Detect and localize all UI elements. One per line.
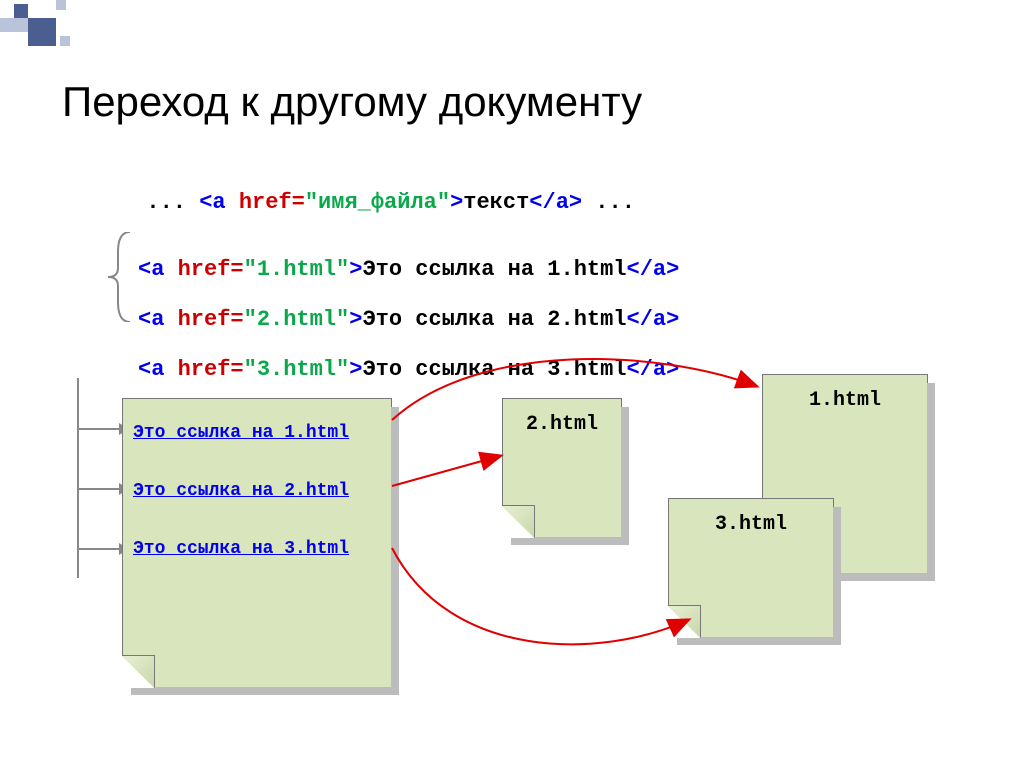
- code-examples: <a href="1.html">Это ссылка на 1.html</a…: [138, 232, 679, 407]
- connector-left: [64, 370, 92, 630]
- doc-label: 1.html: [809, 389, 881, 412]
- example-row: <a href="3.html">Это ссылка на 3.html</a…: [138, 357, 679, 382]
- page-title: Переход к другому документу: [62, 78, 642, 126]
- link-3[interactable]: Это ссылка на 3.html: [133, 539, 349, 559]
- doc-label: 3.html: [715, 513, 787, 536]
- link-2[interactable]: Это ссылка на 2.html: [133, 481, 349, 501]
- example-row: <a href="1.html">Это ссылка на 1.html</a…: [138, 257, 679, 282]
- source-document: Это ссылка на 1.html Это ссылка на 2.htm…: [122, 398, 392, 688]
- target-doc-3: 3.html: [668, 498, 834, 638]
- brace-icon: [104, 232, 134, 322]
- example-row: <a href="2.html">Это ссылка на 2.html</a…: [138, 307, 679, 332]
- corner-decoration: [0, 0, 140, 60]
- target-doc-2: 2.html: [502, 398, 622, 538]
- syntax-line: ... <a href="имя_файла">текст</a> ...: [120, 165, 635, 215]
- link-1[interactable]: Это ссылка на 1.html: [133, 423, 349, 443]
- doc-label: 2.html: [526, 413, 598, 436]
